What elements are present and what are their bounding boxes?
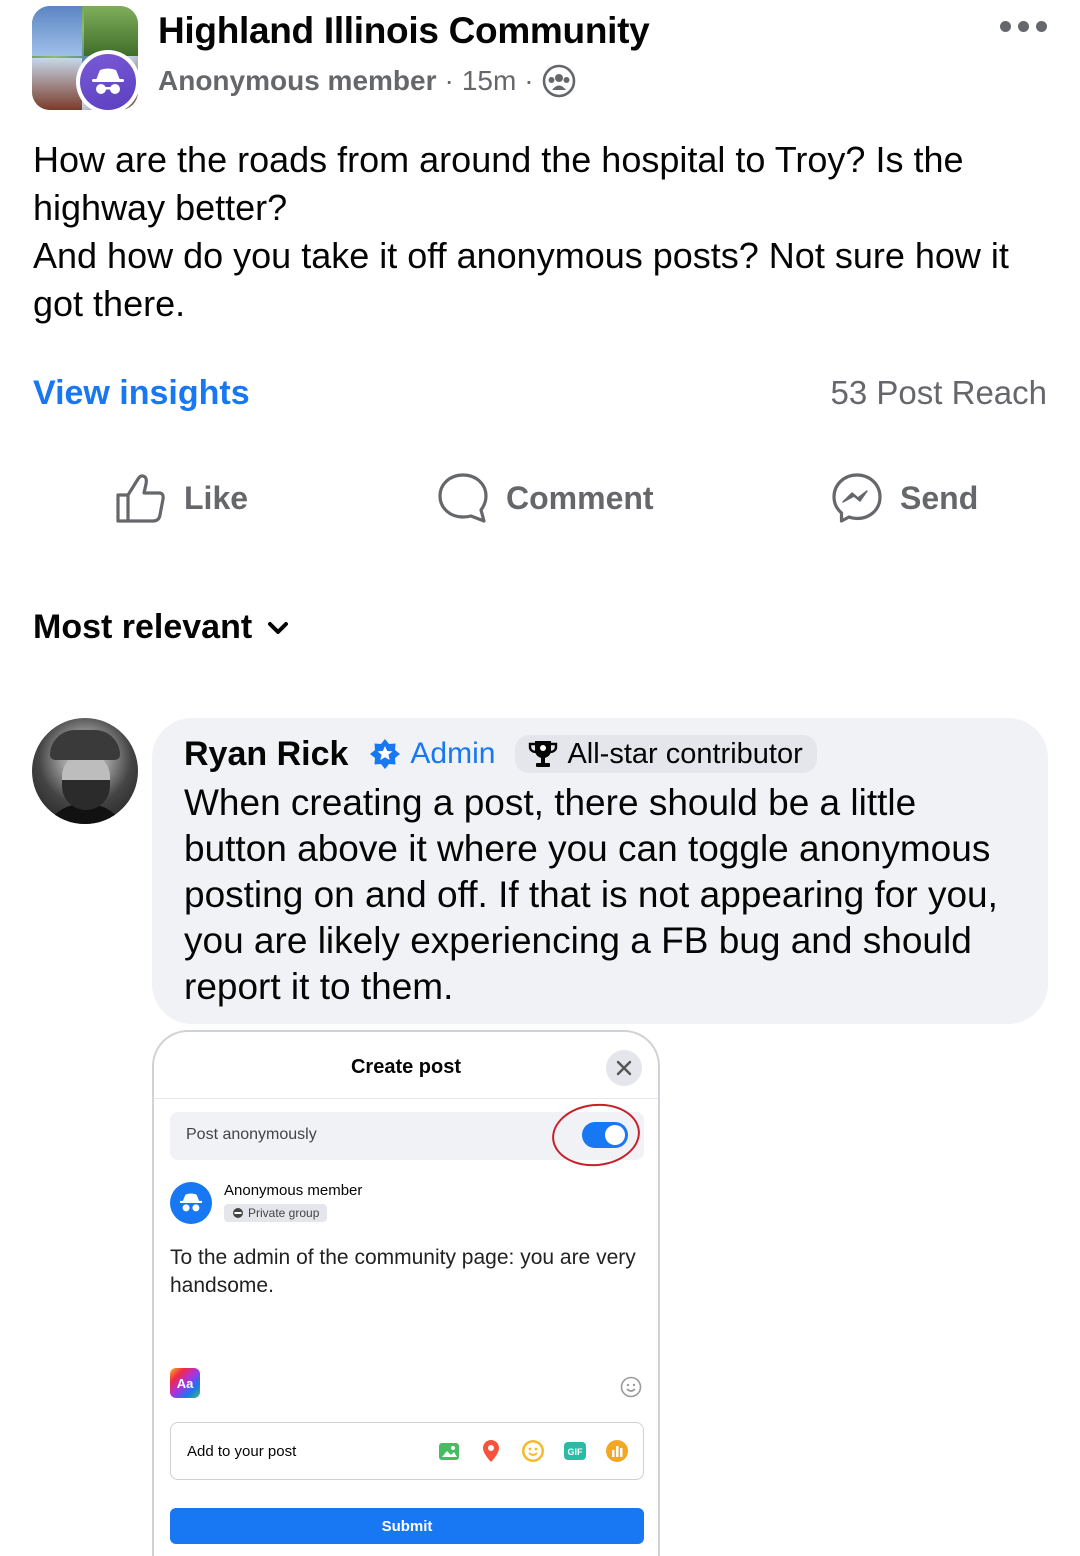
anonymous-avatar (76, 50, 140, 114)
post-text: How are the roads from around the hospit… (33, 136, 1053, 328)
contributor-badge[interactable]: All-star contributor (515, 735, 817, 773)
text-format-icon: Aa (170, 1368, 200, 1398)
emoji-icon (620, 1376, 642, 1398)
admin-star-icon (370, 739, 401, 769)
comment-label: Comment (506, 479, 654, 516)
comment-icon (438, 473, 488, 523)
meta-separator: · (524, 65, 534, 96)
like-button[interactable]: Like (114, 466, 248, 530)
post-anonymously-label: Post anonymously (186, 1126, 317, 1143)
post-reach: 53 Post Reach (830, 374, 1047, 411)
photo-icon (435, 1437, 463, 1465)
comment-bubble: Ryan Rick Admin All-star contributor Whe… (152, 718, 1048, 1024)
admin-label: Admin (410, 737, 496, 770)
gif-icon: GIF (561, 1437, 589, 1465)
group-icon (542, 64, 575, 98)
post-header: Highland Illinois Community Anonymous me… (0, 0, 1080, 120)
create-post-title: Create post (350, 1056, 462, 1078)
admin-badge[interactable]: Admin (368, 737, 495, 771)
sort-label: Most relevant (33, 608, 253, 646)
incognito-icon (179, 1193, 203, 1212)
trophy-icon (529, 741, 558, 767)
close-icon (606, 1050, 642, 1086)
comment-attachment-image[interactable]: Create post Post anonymously Anonymous m… (152, 1030, 660, 1556)
comment-button[interactable]: Comment (436, 466, 654, 530)
add-to-post-icons: GIF (435, 1437, 631, 1465)
contributor-label: All-star contributor (567, 737, 803, 770)
post-meta: Anonymous member · 15m · (158, 64, 576, 98)
poll-icon (603, 1437, 631, 1465)
post-author[interactable]: Anonymous member (158, 65, 437, 97)
post-time[interactable]: 15m (462, 65, 516, 97)
submit-button: Submit (170, 1508, 644, 1544)
send-label: Send (900, 479, 979, 516)
post-text-line: And how do you take it off anonymous pos… (33, 235, 1009, 324)
feeling-icon (519, 1437, 547, 1465)
thumbs-up-icon (116, 474, 165, 523)
commenter-name[interactable]: Ryan Rick (184, 735, 348, 774)
gif-label: GIF (568, 1447, 584, 1457)
location-pin-icon (477, 1437, 505, 1465)
comment-text: When creating a post, there should be a … (184, 782, 998, 1007)
meta-separator: · (444, 65, 454, 96)
incognito-icon (92, 68, 124, 94)
attachment-user: Anonymous member Private group (170, 1182, 362, 1224)
anonymous-avatar (170, 1182, 212, 1224)
add-to-post-label: Add to your post (187, 1443, 297, 1460)
more-options-button[interactable] (1000, 14, 1056, 38)
commenter-avatar[interactable] (32, 718, 138, 824)
post-text-line: How are the roads from around the hospit… (33, 139, 964, 228)
like-label: Like (184, 479, 249, 516)
group-name[interactable]: Highland Illinois Community (158, 10, 650, 52)
messenger-icon (832, 473, 882, 523)
action-bar: Like Comment Send (0, 466, 1080, 530)
comment-sort-dropdown[interactable]: Most relevant (33, 608, 290, 647)
privacy-label: Private group (248, 1206, 320, 1220)
attachment-post-body: To the admin of the community page: you … (170, 1246, 636, 1297)
view-insights-link[interactable]: View insights (33, 374, 250, 413)
comment-header: Ryan Rick Admin All-star contributor (184, 734, 1016, 774)
send-button[interactable]: Send (830, 466, 978, 530)
chevron-down-icon (268, 621, 289, 634)
aa-label: Aa (176, 1375, 194, 1391)
add-to-post-box: Add to your post GIF (170, 1422, 644, 1480)
privacy-badge: Private group (224, 1204, 328, 1222)
globe-icon (233, 1208, 243, 1218)
divider (154, 1098, 658, 1099)
attachment-user-name: Anonymous member (224, 1182, 363, 1199)
